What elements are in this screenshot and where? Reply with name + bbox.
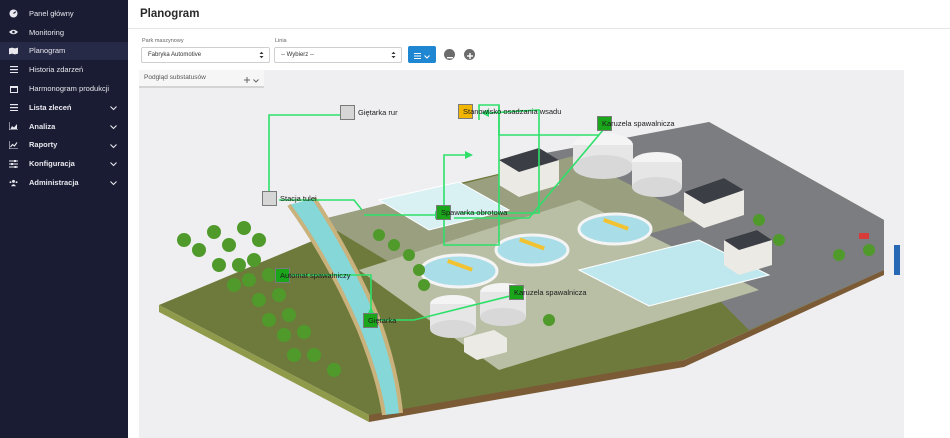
node-label: Stanowisko osadzania wsadu [463, 107, 562, 116]
sidebar-item-lista-zlecen[interactable]: Lista zleceń [0, 98, 128, 117]
sidebar-item-label: Historia zdarzeń [29, 65, 84, 75]
node-label: Automat spawalniczy [280, 271, 351, 280]
divider [128, 28, 950, 29]
page-title: Planogram [140, 8, 200, 20]
park-select[interactable]: Fabryka Automotive [141, 47, 270, 63]
status-indicator [340, 105, 355, 120]
park-label: Park maszynowy [142, 38, 184, 44]
sidebar-item-administracja[interactable]: Administracja [0, 173, 128, 192]
node-label: Karuzela spawalnicza [514, 288, 587, 297]
chevron-down-icon [424, 46, 430, 64]
select-arrows-icon [391, 51, 396, 65]
node-label: Spawarka obrotowa [441, 208, 508, 217]
sidebar-item-label: Panel główny [29, 8, 74, 18]
chevron-down-icon [110, 179, 117, 188]
sidebar-item-historia-zdarzen[interactable]: Historia zdarzeń [0, 60, 128, 79]
list-view-button[interactable] [408, 46, 436, 63]
sidebar-item-label: Harmonogram produkcji [29, 84, 110, 94]
list-icon [9, 65, 18, 74]
sidebar-item-panel-glowny[interactable]: Panel główny [0, 4, 128, 23]
sidebar-item-label: Monitoring [29, 27, 65, 37]
sidebar-item-label: Lista zleceń [29, 102, 72, 112]
park-select-value: Fabryka Automotive [148, 52, 202, 58]
chevron-down-icon [110, 160, 117, 169]
chevron-down-icon [110, 123, 117, 132]
node-label: Giętarka rur [358, 108, 398, 117]
list-icon [9, 103, 18, 112]
map-icon [9, 46, 18, 55]
node-automat-spawalniczy[interactable]: Automat spawalniczy [275, 268, 350, 283]
node-label: Karuzela spawalnicza [602, 119, 675, 128]
sidebar-item-planogram[interactable]: Planogram [0, 41, 128, 61]
sliders-icon [9, 159, 18, 168]
node-gietarka-rur[interactable]: Giętarka rur [340, 105, 398, 120]
chevron-down-icon [110, 104, 117, 113]
main-content: Planogram Park maszynowy Fabryka Automot… [128, 0, 950, 438]
node-label: Giętarka [368, 316, 397, 325]
sidebar-item-label: Raporty [29, 140, 58, 150]
gauge-icon [9, 9, 18, 18]
sidebar-item-label: Planogram [29, 46, 66, 56]
sidebar-item-label: Analiza [29, 121, 56, 131]
line-select[interactable]: -- Wybierz -- [274, 47, 402, 63]
sidebar-item-harmonogram[interactable]: Harmonogram produkcji [0, 79, 128, 98]
node-spawarka-obrotowa[interactable]: Spawarka obrotowa [436, 205, 507, 220]
sidebar-item-raporty[interactable]: Raporty [0, 136, 128, 155]
plant-illustration [159, 104, 900, 422]
list-icon [414, 46, 421, 64]
minus-icon [446, 46, 453, 64]
status-indicator [262, 191, 277, 206]
sidebar-item-konfiguracja[interactable]: Konfiguracja [0, 154, 128, 173]
substatus-panel[interactable]: Podgląd substatusów [139, 70, 264, 88]
plus-icon[interactable] [244, 74, 250, 90]
sidebar-item-analiza[interactable]: Analiza [0, 117, 128, 136]
sidebar-item-monitoring[interactable]: Monitoring [0, 23, 128, 42]
node-label: Stacja tulei [280, 194, 317, 203]
line-label: Linia [275, 38, 287, 44]
line-select-value: -- Wybierz -- [281, 52, 314, 58]
node-stanowisko-osadzania[interactable]: Stanowisko osadzania wsadu [458, 104, 561, 119]
eye-icon [9, 28, 18, 37]
chart-line-icon [9, 140, 18, 149]
sidebar-item-label: Administracja [29, 178, 79, 188]
planogram-canvas[interactable]: Giętarka rur Stanowisko osadzania wsadu … [139, 70, 904, 438]
chevron-down-icon[interactable] [253, 74, 259, 90]
select-arrows-icon [259, 51, 264, 65]
chart-area-icon [9, 122, 18, 131]
sidebar: Panel główny Monitoring Planogram Histor… [0, 0, 128, 438]
node-karuzela-spawalnicza-top[interactable]: Karuzela spawalnicza [597, 116, 675, 131]
chevron-down-icon [110, 142, 117, 151]
substatus-label: Podgląd substatusów [144, 74, 206, 81]
users-icon [9, 178, 18, 187]
sidebar-item-label: Konfiguracja [29, 159, 75, 169]
add-button[interactable] [464, 49, 475, 60]
plus-icon [466, 46, 473, 64]
node-karuzela-spawalnicza-bottom[interactable]: Karuzela spawalnicza [509, 285, 587, 300]
remove-button[interactable] [444, 49, 455, 60]
node-stacja-tulei[interactable]: Stacja tulei [262, 191, 317, 206]
node-gietarka[interactable]: Giętarka [363, 313, 396, 328]
calendar-icon [9, 84, 18, 93]
